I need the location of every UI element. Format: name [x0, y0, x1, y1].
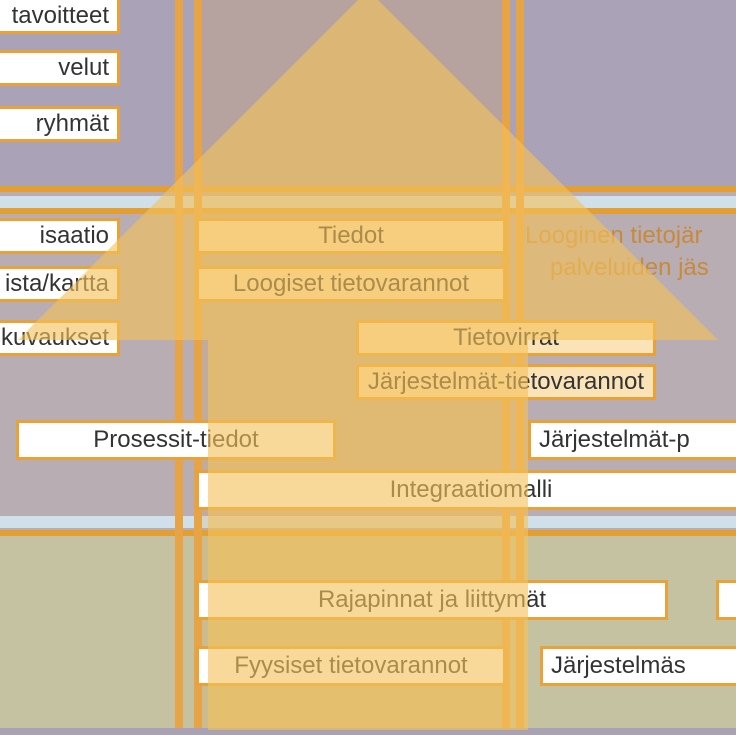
box-fyysiset: Fyysiset tietovarannot [196, 646, 506, 686]
box-tietovirrat: Tietovirrat [356, 320, 656, 356]
text: Looginen tietojär [525, 222, 702, 249]
box-tiedot: Tiedot [196, 218, 506, 254]
label: ista/kartta [5, 270, 109, 298]
box-loogiset: Loogiset tietovarannot [196, 266, 506, 302]
box-right-fragment [716, 580, 736, 620]
label: Fyysiset tietovarannot [234, 652, 467, 680]
vline [175, 0, 183, 728]
label: Järjestelmät-tietovarannot [368, 368, 644, 396]
label: Järjestelmäs [551, 652, 686, 680]
label: Tietovirrat [453, 324, 559, 352]
box-prosessit: Prosessit-tiedot [16, 420, 336, 460]
box-jarj-tietovarannot: Järjestelmät-tietovarannot [356, 364, 656, 400]
box-kuvaukset: kuvaukset [0, 320, 120, 356]
label: isaatio [40, 222, 109, 250]
box-jarjestelmas: Järjestelmäs [540, 646, 736, 686]
box-integraatiomalli: Integraatiomalli [196, 470, 736, 510]
label-looginen: Looginen tietojär [525, 222, 702, 250]
box-tavoitteet: tavoitteet [0, 0, 120, 34]
text: palveluiden jäs [550, 254, 709, 281]
box-isaatio: isaatio [0, 218, 120, 254]
label: Tiedot [318, 222, 384, 250]
label: Järjestelmät-p [539, 426, 690, 454]
label: tavoitteet [12, 2, 109, 30]
box-lista: ista/kartta [0, 266, 120, 302]
label: ryhmät [36, 110, 109, 138]
label: Integraatiomalli [390, 476, 553, 504]
label: velut [58, 54, 109, 82]
diagram-canvas: tavoitteet velut ryhmät isaatio ista/kar… [0, 0, 736, 728]
label: kuvaukset [1, 324, 109, 352]
box-jarjestelmat-p: Järjestelmät-p [528, 420, 736, 460]
label: Rajapinnat ja liittymät [318, 586, 546, 614]
label-palveluiden: palveluiden jäs [550, 254, 709, 282]
box-rajapinnat: Rajapinnat ja liittymät [196, 580, 668, 620]
label: Prosessit-tiedot [93, 426, 258, 454]
box-ryhmat: ryhmät [0, 106, 120, 142]
box-velut: velut [0, 50, 120, 86]
label: Loogiset tietovarannot [233, 270, 469, 298]
